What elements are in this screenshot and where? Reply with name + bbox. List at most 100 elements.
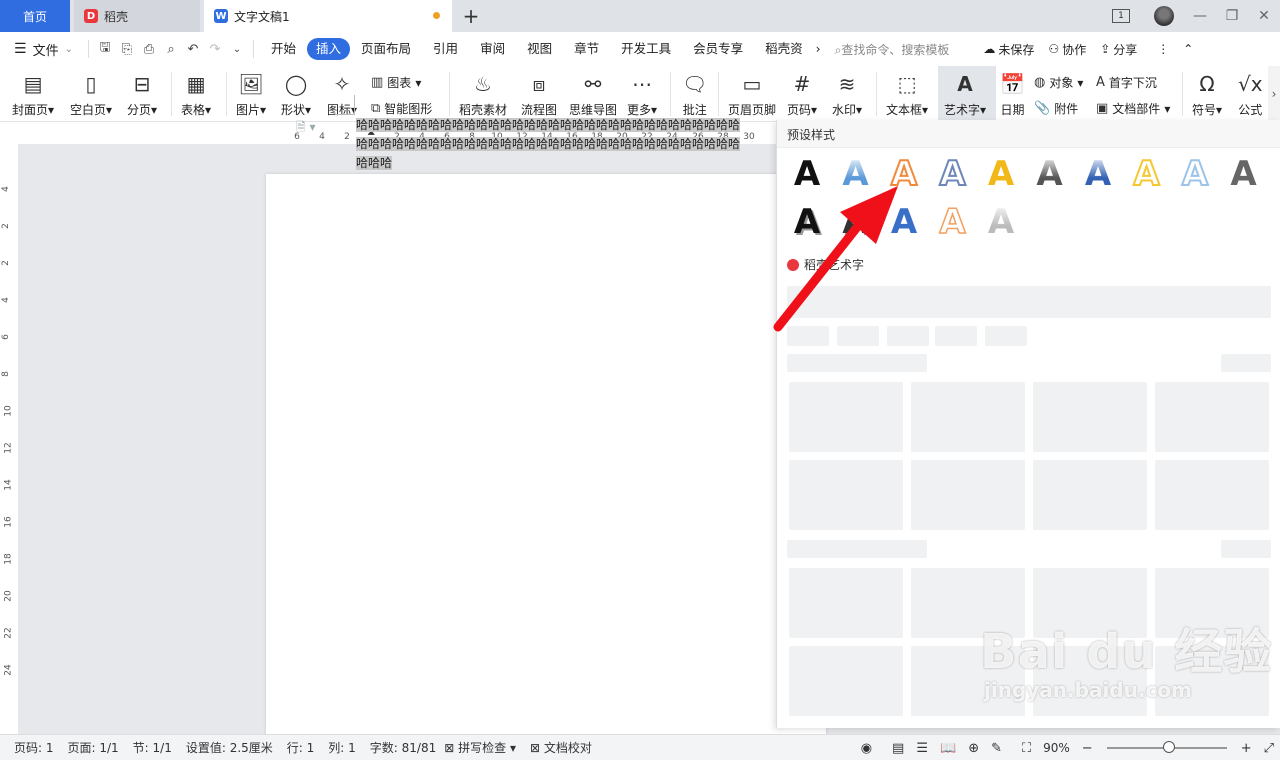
arttext-preset-orange-light[interactable]: A — [933, 201, 973, 243]
page-number-button[interactable]: # 页码▾ — [787, 70, 817, 118]
page-view-icon[interactable]: ▤ — [892, 741, 904, 756]
collapse-ribbon-icon[interactable]: ⌃ — [1183, 42, 1193, 56]
daoke-material-button[interactable]: ♨ 稻壳素材 — [459, 70, 507, 118]
unsaved-button[interactable]: ☁ 未保存 — [983, 41, 1034, 58]
ribbon-scroll-right-icon[interactable]: › — [1268, 66, 1280, 122]
tab-3[interactable]: 引用 — [422, 38, 469, 60]
undo-icon[interactable]: ↶ — [185, 42, 201, 57]
status-pages[interactable]: 页面: 1/1 — [68, 739, 119, 756]
new-tab-button[interactable]: + — [460, 4, 482, 28]
document-page[interactable] — [266, 174, 826, 734]
arttext-preset-light-blue-outline[interactable]: A — [1175, 153, 1215, 195]
zoom-out-icon[interactable]: − — [1082, 741, 1093, 756]
more-button[interactable]: ⋯ 更多▾ — [627, 70, 657, 118]
status-page[interactable]: 页码: 1 — [14, 739, 54, 756]
document-text[interactable]: 哈哈哈哈哈哈哈哈哈哈哈哈哈哈哈哈哈哈哈哈哈哈哈哈哈哈哈哈哈哈哈哈 哈哈哈哈哈哈哈… — [356, 116, 776, 173]
share-button[interactable]: ⇪ 分享 — [1100, 41, 1137, 58]
save-icon[interactable]: 🖫 — [97, 38, 113, 60]
shape-button[interactable]: ◯ 形状▾ — [281, 70, 311, 118]
arttext-button[interactable]: A 艺术字▾ — [944, 70, 986, 118]
customize-chevron-icon[interactable]: ⌄ — [229, 44, 245, 55]
tab-4[interactable]: 审阅 — [469, 38, 516, 60]
mindmap-button[interactable]: ⚯ 思维导图 — [569, 70, 617, 118]
smartart-button[interactable]: ⧉ 智能图形 — [371, 100, 432, 117]
docpart-button[interactable]: ▣ 文档部件 ▾ — [1096, 100, 1170, 117]
redo-icon[interactable]: ↷ — [207, 42, 223, 57]
tab-7[interactable]: 开发工具 — [610, 38, 682, 60]
web-view-icon[interactable]: ⊕ — [968, 741, 979, 756]
page-break-button[interactable]: ⊟ 分页▾ — [127, 70, 157, 118]
hamburger-icon: ☰ — [14, 41, 27, 57]
tab-1[interactable]: 插入 — [307, 38, 351, 60]
textbox-button[interactable]: ⬚ 文本框▾ — [886, 70, 928, 118]
arttext-preset-yellow-outline[interactable]: A — [1127, 153, 1167, 195]
status-word-count[interactable]: 字数: 81/81 — [370, 739, 436, 756]
cover-page-button[interactable]: ▤ 封面页▾ — [12, 70, 54, 118]
zoom-slider[interactable] — [1106, 741, 1227, 753]
arttext-preset-gray[interactable]: A — [1224, 154, 1264, 194]
file-menu-button[interactable]: ☰ 文件 ⌄ — [0, 40, 88, 59]
arttext-preset-gray-gradient[interactable]: A — [1030, 154, 1070, 194]
reading-view-icon[interactable]: 📖 — [940, 741, 956, 756]
arttext-preset-gold[interactable]: A — [981, 154, 1021, 194]
table-button[interactable]: ▦ 表格▾ — [181, 70, 211, 118]
zoom-slider-knob[interactable] — [1162, 741, 1175, 753]
zoom-level[interactable]: 90% — [1043, 741, 1070, 755]
flowchart-button[interactable]: ⧈ 流程图 — [521, 70, 557, 118]
loading-placeholder — [787, 540, 927, 558]
arttext-preset-blue-outline[interactable]: A — [933, 153, 973, 195]
tab-5[interactable]: 视图 — [516, 38, 563, 60]
print-icon[interactable]: ⎙ — [141, 42, 157, 57]
attachment-button[interactable]: 📎 附件 — [1034, 100, 1078, 117]
tab-daoke[interactable]: D 稻壳 — [74, 0, 200, 32]
arttext-preset-solid-black[interactable]: A — [787, 154, 827, 194]
command-search[interactable]: ⌕查找命令、搜索模板 — [835, 41, 950, 58]
more-menu-icon[interactable]: ⋮ — [1157, 42, 1169, 56]
arttext-preset-black-shadow[interactable]: A — [787, 202, 827, 242]
object-button[interactable]: ◍ 对象 ▾ — [1034, 74, 1083, 91]
arttext-preset-blue-gradient[interactable]: A — [836, 154, 876, 194]
fit-page-icon[interactable]: ⛶ — [1022, 741, 1031, 756]
tab-2[interactable]: 页面布局 — [350, 38, 422, 60]
export-pdf-icon[interactable]: ⎘ — [119, 42, 135, 57]
tab-9[interactable]: 稻壳资 — [754, 38, 814, 60]
collab-button[interactable]: ⚇ 协作 — [1048, 41, 1086, 58]
symbol-button[interactable]: Ω 符号▾ — [1192, 70, 1222, 118]
tab-document[interactable]: W 文字文稿1 — [204, 0, 452, 32]
date-button[interactable]: 📅 日期 — [1000, 70, 1025, 118]
arttext-preset-blue-reflect[interactable]: A — [1078, 154, 1118, 194]
fullscreen-icon[interactable]: ⤢ — [1264, 741, 1274, 756]
tab-6[interactable]: 章节 — [563, 38, 610, 60]
comment-button[interactable]: 🗨 批注 — [682, 70, 707, 118]
pen-icon[interactable]: ✎ — [991, 741, 1002, 756]
zoom-in-icon[interactable]: + — [1241, 741, 1252, 756]
tab-8[interactable]: 会员专享 — [682, 38, 754, 60]
tab-0[interactable]: 开始 — [260, 38, 307, 60]
minimize-button[interactable]: — — [1184, 8, 1216, 24]
status-setting[interactable]: 设置值: 2.5厘米 — [186, 739, 273, 756]
avatar[interactable] — [1154, 6, 1174, 26]
print-preview-icon[interactable]: ⌕ — [163, 42, 179, 57]
paragraph-layout-icon[interactable]: 🗎 ▾ — [296, 118, 316, 139]
watermark-button[interactable]: ≋ 水印▾ — [832, 70, 862, 118]
tab-home[interactable]: 首页 — [0, 0, 70, 32]
spell-check-button[interactable]: ⊠ 拼写检查 ▾ — [444, 739, 516, 756]
chart-button[interactable]: ▥ 图表 ▾ — [371, 74, 421, 91]
header-footer-button[interactable]: ▭ 页眉页脚 — [728, 70, 776, 118]
status-section[interactable]: 节: 1/1 — [133, 739, 172, 756]
restore-button[interactable]: ❐ — [1216, 8, 1248, 24]
picture-button[interactable]: 🖼 图片▾ — [236, 70, 266, 118]
proofread-button[interactable]: ⊠ 文档校对 — [530, 739, 592, 756]
eye-protect-icon[interactable]: ◉ — [861, 741, 872, 756]
dropcap-button[interactable]: A 首字下沉 — [1096, 74, 1157, 91]
more-tabs-icon[interactable]: › — [814, 38, 823, 60]
blank-page-button[interactable]: ▯ 空白页▾ — [70, 70, 112, 118]
arttext-preset-blue-3d[interactable]: A — [884, 202, 924, 242]
window-layout-icon[interactable]: 1 — [1112, 9, 1130, 23]
arttext-preset-orange-outline[interactable]: A — [884, 153, 924, 195]
close-button[interactable]: ✕ — [1248, 8, 1280, 24]
arttext-preset-silver[interactable]: A — [981, 202, 1021, 242]
arttext-preset-dark-shadow[interactable]: A — [836, 202, 876, 242]
outline-view-icon[interactable]: ☰ — [916, 741, 928, 756]
formula-button[interactable]: √x 公式 — [1238, 70, 1263, 118]
